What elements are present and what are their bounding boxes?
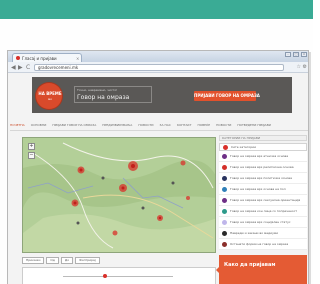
forward-icon[interactable]: ▶: [18, 64, 23, 71]
timeline-axis: [63, 276, 173, 277]
legend-header: КАТЕГОРИИ НА ПРИЈАВИ: [219, 135, 307, 141]
legend-item[interactable]: Говор на омраза врз социјален статус: [219, 217, 307, 228]
legend-item-label: Говор на омраза врз етничка основа: [230, 154, 289, 158]
menu-item-home[interactable]: ПОЧЕТНА: [10, 123, 25, 127]
legend-item[interactable]: Говор на омраза врз политичка основа: [219, 173, 307, 184]
category-dot-icon: [222, 241, 227, 247]
category-dot-icon: [222, 219, 227, 225]
legend-item-label: Говор на омраза врз основа на пол: [230, 187, 286, 191]
legend-all-categories[interactable]: Сите категории: [219, 143, 307, 151]
map-zoom-in-button[interactable]: +: [28, 143, 35, 150]
incident-map[interactable]: + −: [22, 137, 216, 253]
howto-arrow-icon: [216, 267, 219, 273]
tab-title: Гласај и пријави: [22, 55, 57, 61]
from-select[interactable]: Од: [46, 257, 59, 264]
back-icon[interactable]: ◀: [11, 64, 16, 71]
menu-item-about[interactable]: ЗА НАС: [160, 123, 171, 127]
filter-button[interactable]: Филтрирај: [75, 257, 100, 264]
browser-menu-icons[interactable]: ☆ ⚙: [296, 64, 307, 71]
menu-item-challenges[interactable]: ПРЕДИЗВИКУВАЊА: [102, 123, 132, 127]
browser-tab[interactable]: Гласај и пријави ×: [12, 53, 82, 62]
menu-item-basic[interactable]: ОСНОВНИ: [31, 123, 47, 127]
menu-item-contact[interactable]: КОНТАКТ: [177, 123, 192, 127]
category-dot-icon: [222, 230, 227, 236]
legend-item-label: Останати форми на говор на омраза: [230, 242, 289, 246]
reload-icon[interactable]: C: [26, 64, 30, 71]
tagline-main: Говор на омраза: [77, 94, 130, 101]
site-header: НА ВРЕМЕ мк Точно, навремено, чисто! Гов…: [32, 77, 292, 113]
category-dot-icon: [222, 208, 227, 214]
url-input[interactable]: gradovrecemeni.mk: [34, 64, 284, 71]
timeline-panel[interactable]: [22, 267, 216, 284]
address-bar: ◀ ▶ C gradovrecemeni.mk ☆ ⚙: [8, 62, 308, 73]
browser-tab-bar: Гласај и пријави × – □ ×: [8, 51, 308, 62]
legend-item[interactable]: Говор на омраза врз етничка основа: [219, 151, 307, 162]
map-zoom-out-button[interactable]: −: [28, 152, 35, 159]
main-menu: ПОЧЕТНА ОСНОВНИ ПРИЈАВИ ГОВОР НА ОМРАЗА …: [10, 121, 308, 129]
top-teal-band: [0, 0, 313, 19]
to-select[interactable]: До: [60, 257, 74, 264]
menu-item-news[interactable]: НОВОСТИ: [138, 123, 153, 127]
logo-subtitle: мк: [47, 97, 53, 101]
maximize-button[interactable]: □: [293, 52, 299, 57]
legend-all-label: Сите категории: [231, 145, 257, 149]
category-dot-icon: [222, 197, 227, 203]
tagline-box: Точно, навремено, чисто! Говор на омраза: [74, 86, 152, 103]
show-button[interactable]: Прикажи: [22, 257, 45, 264]
filter-controls: Прикажи Од До Филтрирај: [22, 256, 216, 265]
browser-window: Гласај и пријави × – □ × ◀ ▶ C gradovrec…: [7, 50, 309, 284]
window-controls: – □ ×: [285, 52, 307, 57]
menu-item-report[interactable]: ПРИЈАВИ ГОВОР НА ОМРАЗА: [52, 123, 96, 127]
screenshot-stage: Гласај и пријави × – □ × ◀ ▶ C gradovrec…: [0, 0, 313, 284]
tab-close-icon[interactable]: ×: [76, 56, 79, 61]
web-page: НА ВРЕМЕ мк Точно, навремено, чисто! Гов…: [8, 73, 308, 284]
legend-item-label: Говор на омраза врз сексуална ориентациј…: [230, 198, 301, 202]
map-terrain: [23, 138, 215, 252]
category-dot-icon: [222, 186, 227, 192]
legend-item-label: Навреди и закани во медиуми: [230, 231, 279, 235]
menu-item-more[interactable]: ПОВЕЌЕ: [198, 123, 211, 127]
favicon-icon: [16, 56, 20, 60]
logo-title: НА ВРЕМЕ: [38, 91, 62, 96]
how-to-report-box[interactable]: Како да пријавам: [216, 255, 307, 284]
all-categories-dot-icon: [223, 144, 228, 150]
category-dot-icon: [222, 164, 227, 170]
timeline-marker-icon[interactable]: [103, 274, 107, 278]
report-hate-speech-button[interactable]: ПРИЈАВИ ГОВОР НА ОМРАЗА: [194, 91, 260, 101]
legend-item-label: Говор на омраза кон лица со попреченост: [230, 209, 298, 213]
category-dot-icon: [222, 175, 227, 181]
tagline-small: Точно, навремено, чисто!: [77, 88, 118, 92]
legend-item[interactable]: Говор на омраза врз сексуална ориентациј…: [219, 195, 307, 206]
legend-item[interactable]: Говор на омраза врз основа на пол: [219, 184, 307, 195]
legend-item[interactable]: Говор на омраза врз религиозна основа: [219, 162, 307, 173]
legend-item-label: Говор на омраза врз религиозна основа: [230, 165, 294, 169]
legend-item-label: Говор на омраза врз социјален статус: [230, 220, 291, 224]
category-dot-icon: [222, 153, 227, 159]
menu-divider: [10, 130, 308, 131]
legend-item[interactable]: Говор на омраза кон лица со попреченост: [219, 206, 307, 217]
howto-title: Како да пријавам: [224, 262, 276, 268]
legend-item-label: Говор на омраза врз политичка основа: [230, 176, 292, 180]
menu-item-confirmed[interactable]: ПОТВРДЕНИ ПРИЈАВИ: [237, 123, 271, 127]
category-legend: КАТЕГОРИИ НА ПРИЈАВИ Сите категории Гово…: [219, 135, 307, 250]
close-window-button[interactable]: ×: [301, 52, 307, 57]
menu-item-news-2[interactable]: НОВОСТИ: [216, 123, 231, 127]
site-logo[interactable]: НА ВРЕМЕ мк: [36, 83, 62, 109]
legend-item[interactable]: Останати форми на говор на омраза: [219, 239, 307, 250]
minimize-button[interactable]: –: [285, 52, 291, 57]
legend-item[interactable]: Навреди и закани во медиуми: [219, 228, 307, 239]
